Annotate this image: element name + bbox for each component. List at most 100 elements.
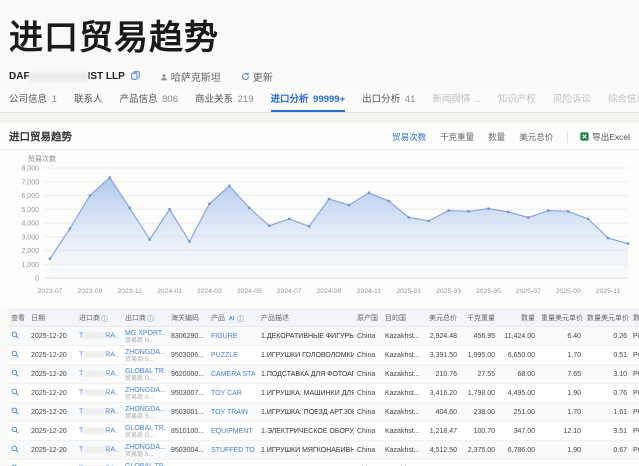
usd-per-kg-cell: 1.70 bbox=[538, 403, 584, 422]
info-icon[interactable]: i bbox=[237, 315, 244, 322]
tab-10[interactable]: 综合信息 bbox=[608, 91, 639, 112]
chart-mode-1[interactable]: 贸易次数 bbox=[392, 131, 426, 143]
col-header-9: 目的国 bbox=[382, 310, 420, 327]
col-header-13: 重量美元单价 bbox=[538, 310, 584, 327]
export-excel-button[interactable]: 导出Excel bbox=[567, 131, 630, 143]
info-icon[interactable]: i bbox=[101, 315, 108, 322]
col-header-14: 数量美元单价 bbox=[584, 310, 630, 327]
product-link[interactable]: TOY CAR bbox=[211, 390, 255, 397]
info-icon[interactable]: i bbox=[147, 315, 154, 322]
svg-text:2,000: 2,000 bbox=[21, 248, 39, 255]
importer-link[interactable]: TRA... bbox=[79, 446, 119, 453]
exporter-link[interactable]: ZHONGDA... bbox=[125, 387, 165, 395]
svg-text:2025-09: 2025-09 bbox=[556, 288, 581, 295]
magnifier-icon[interactable] bbox=[11, 388, 19, 396]
importer-link[interactable]: TRA... bbox=[79, 389, 119, 396]
tab-3[interactable]: 产品信息 806 bbox=[119, 91, 178, 112]
quantity-cell: 11,424.00 bbox=[498, 327, 538, 346]
importer-link[interactable]: TRA... bbox=[79, 427, 119, 434]
exporter-link[interactable]: ZHONGDA... bbox=[125, 444, 165, 452]
exporter-subtext: 贸易商 S... bbox=[125, 395, 165, 401]
magnifier-icon[interactable] bbox=[11, 426, 19, 434]
product-link[interactable]: EQUIPMENT bbox=[211, 428, 255, 435]
product-link[interactable]: FIGURE bbox=[211, 333, 255, 340]
location-icon bbox=[160, 73, 168, 81]
col-header-label: 美元总价 bbox=[429, 315, 457, 322]
importer-link[interactable]: TRA... bbox=[79, 370, 119, 377]
product-link[interactable]: CAMERA STAND bbox=[211, 371, 255, 378]
col-header-label: 进口商 bbox=[79, 315, 100, 322]
tab-7[interactable]: 新闻舆情 ... bbox=[432, 91, 481, 112]
exporter-link[interactable]: GLOBAL TR... bbox=[125, 368, 165, 376]
tab-5[interactable]: 进口分析 99999+ bbox=[271, 91, 346, 112]
chart-mode-2[interactable]: 千克重量 bbox=[440, 131, 474, 143]
col-header-1: 查看 bbox=[8, 310, 28, 327]
ai-badge: AI bbox=[227, 316, 236, 322]
description-cell: 1.ПОРТАТИВНЫЕ ФОНАРИКИ, АККУМУЛЯТОРНЫ... bbox=[258, 460, 354, 466]
col-header-label: 原产国 bbox=[357, 315, 378, 322]
svg-text:5,000: 5,000 bbox=[21, 207, 39, 214]
exporter-link[interactable]: MG XPORT... bbox=[125, 330, 165, 338]
tab-9[interactable]: 风险诉讼 bbox=[553, 91, 591, 112]
view-cell bbox=[8, 403, 28, 422]
chart-mode-3[interactable]: 数量 bbox=[488, 131, 505, 143]
col-header-label: 数量单位 bbox=[633, 315, 639, 322]
tab-label: 公司信息 bbox=[9, 94, 47, 105]
col-header-4: 出口商i bbox=[122, 310, 168, 327]
origin-cell: China bbox=[354, 384, 382, 403]
origin-cell: China bbox=[354, 441, 382, 460]
magnifier-icon[interactable] bbox=[11, 331, 19, 339]
exporter-link[interactable]: ZHONGDA... bbox=[125, 349, 165, 357]
product-link[interactable]: TOY TRAIN bbox=[211, 409, 255, 416]
exporter-link[interactable]: GLOBAL TR... bbox=[125, 425, 165, 433]
magnifier-icon[interactable] bbox=[11, 350, 19, 358]
tab-2[interactable]: 联系人 bbox=[74, 91, 103, 112]
importer-link[interactable]: TRA... bbox=[79, 351, 119, 358]
import-trade-trend-page: 进口贸易趋势 DAFIST LLP 哈萨克斯坦 更新 公司信息 1联系人产品信息… bbox=[0, 0, 639, 466]
tab-label: 知识产权 bbox=[498, 94, 536, 105]
col-header-label: 重量美元单价 bbox=[541, 315, 583, 322]
importer-link[interactable]: TRA... bbox=[79, 408, 119, 415]
usd-per-kg-cell: 1.70 bbox=[538, 346, 584, 365]
importer-cell: TRA... bbox=[76, 346, 122, 365]
exporter-subtext: 贸易商 S... bbox=[125, 452, 165, 458]
product-link[interactable]: STUFFED TOY bbox=[211, 447, 255, 454]
tab-count: 219 bbox=[238, 94, 254, 105]
importer-link[interactable]: TRA... bbox=[79, 332, 119, 339]
quantity-cell: 6,650.00 bbox=[498, 346, 538, 365]
export-label: 导出Excel bbox=[592, 131, 630, 143]
refresh-button[interactable]: 更新 bbox=[241, 69, 273, 84]
tab-6[interactable]: 出口分析 41 bbox=[362, 91, 415, 112]
importer-cell: TRA... bbox=[76, 403, 122, 422]
tab-4[interactable]: 商业关系 219 bbox=[195, 91, 254, 112]
table-row: 2025-12-20 TRA... ZHONGDA...贸易商 S... 950… bbox=[8, 403, 639, 422]
view-cell bbox=[8, 441, 28, 460]
tab-8[interactable]: 知识产权 bbox=[498, 91, 536, 112]
magnifier-icon[interactable] bbox=[11, 369, 19, 377]
usd-per-kg-cell: 4.10 bbox=[538, 460, 584, 466]
magnifier-icon[interactable] bbox=[11, 407, 19, 415]
tab-1[interactable]: 公司信息 1 bbox=[9, 91, 57, 112]
magnifier-icon[interactable] bbox=[11, 445, 19, 453]
origin-cell: China bbox=[354, 403, 382, 422]
view-cell bbox=[8, 365, 28, 384]
svg-text:2024-09: 2024-09 bbox=[317, 288, 342, 295]
tab-label: 风险诉讼 bbox=[553, 94, 591, 105]
exporter-link[interactable]: ZHONGDA... bbox=[125, 406, 165, 414]
importer-redacted bbox=[83, 427, 105, 434]
exporter-subtext: 贸易商 N... bbox=[125, 338, 165, 344]
col-header-label: 出口商 bbox=[125, 315, 146, 322]
product-link[interactable]: PUZZLE bbox=[211, 352, 255, 359]
col-header-6: 产品AIi bbox=[208, 310, 258, 327]
svg-text:2024-03: 2024-03 bbox=[197, 288, 222, 295]
svg-text:0: 0 bbox=[35, 276, 39, 283]
col-header-label: 数量美元单价 bbox=[587, 315, 629, 322]
col-header-label: 数量 bbox=[521, 315, 535, 322]
copy-icon[interactable] bbox=[131, 71, 140, 83]
usd-per-unit-cell: 0.26 bbox=[584, 327, 630, 346]
excel-icon bbox=[580, 132, 589, 141]
tab-label: 联系人 bbox=[74, 94, 103, 105]
description-cell: 1.ИГРУШКИ МЯГКОНАБИВНЫЕ В АССОРТИМЕНТ... bbox=[258, 441, 354, 460]
chart-mode-4[interactable]: 美元总价 bbox=[519, 131, 553, 143]
date-cell: 2025-12-20 bbox=[28, 327, 76, 346]
